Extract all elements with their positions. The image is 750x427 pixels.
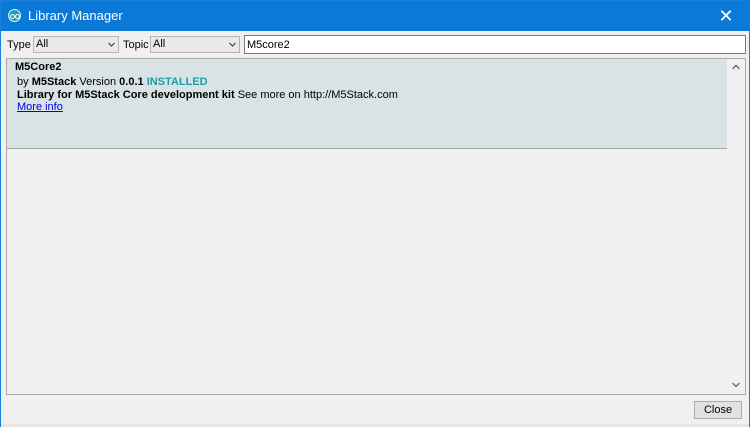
status-badge: INSTALLED (146, 76, 208, 88)
library-summary: Library for M5Stack Core development kit (17, 89, 235, 101)
close-icon[interactable]: ✕ (703, 1, 749, 31)
library-details: See more on http://M5Stack.com (237, 89, 398, 101)
version-prefix: Version (79, 76, 117, 88)
topic-dropdown[interactable]: All (150, 36, 240, 53)
library-author: M5Stack (31, 76, 77, 88)
scroll-up-button[interactable] (727, 59, 745, 76)
scroll-down-button[interactable] (727, 377, 745, 394)
title-bar: Library Manager ✕ (1, 1, 749, 31)
window-title: Library Manager (28, 8, 123, 23)
library-version: 0.0.1 (119, 76, 144, 88)
library-manager-window: Library Manager ✕ Type All Topic All M5C… (0, 0, 750, 427)
chevron-down-icon (732, 382, 740, 388)
topic-dropdown-value: All (153, 38, 166, 50)
vertical-scrollbar[interactable] (727, 59, 745, 394)
close-button[interactable]: Close (694, 401, 742, 419)
chevron-down-icon (108, 42, 115, 47)
chevron-down-icon (229, 42, 236, 47)
chevron-up-icon (732, 64, 740, 70)
library-meta: by M5Stack Version 0.0.1 INSTALLED (17, 76, 208, 88)
library-list[interactable]: M5Core2 by M5Stack Version 0.0.1 INSTALL… (6, 58, 746, 395)
by-prefix: by (17, 76, 29, 88)
type-dropdown-value: All (36, 38, 49, 50)
library-description: Library for M5Stack Core development kit… (17, 89, 398, 101)
library-name: M5Core2 (15, 61, 62, 73)
type-dropdown[interactable]: All (33, 36, 119, 53)
arduino-icon (8, 9, 21, 22)
type-label: Type (7, 39, 31, 51)
search-input[interactable] (244, 35, 746, 54)
list-item[interactable]: M5Core2 by M5Stack Version 0.0.1 INSTALL… (7, 59, 727, 149)
more-info-link[interactable]: More info (17, 101, 63, 113)
topic-label: Topic (123, 39, 149, 51)
filter-bar: Type All Topic All (1, 33, 749, 55)
